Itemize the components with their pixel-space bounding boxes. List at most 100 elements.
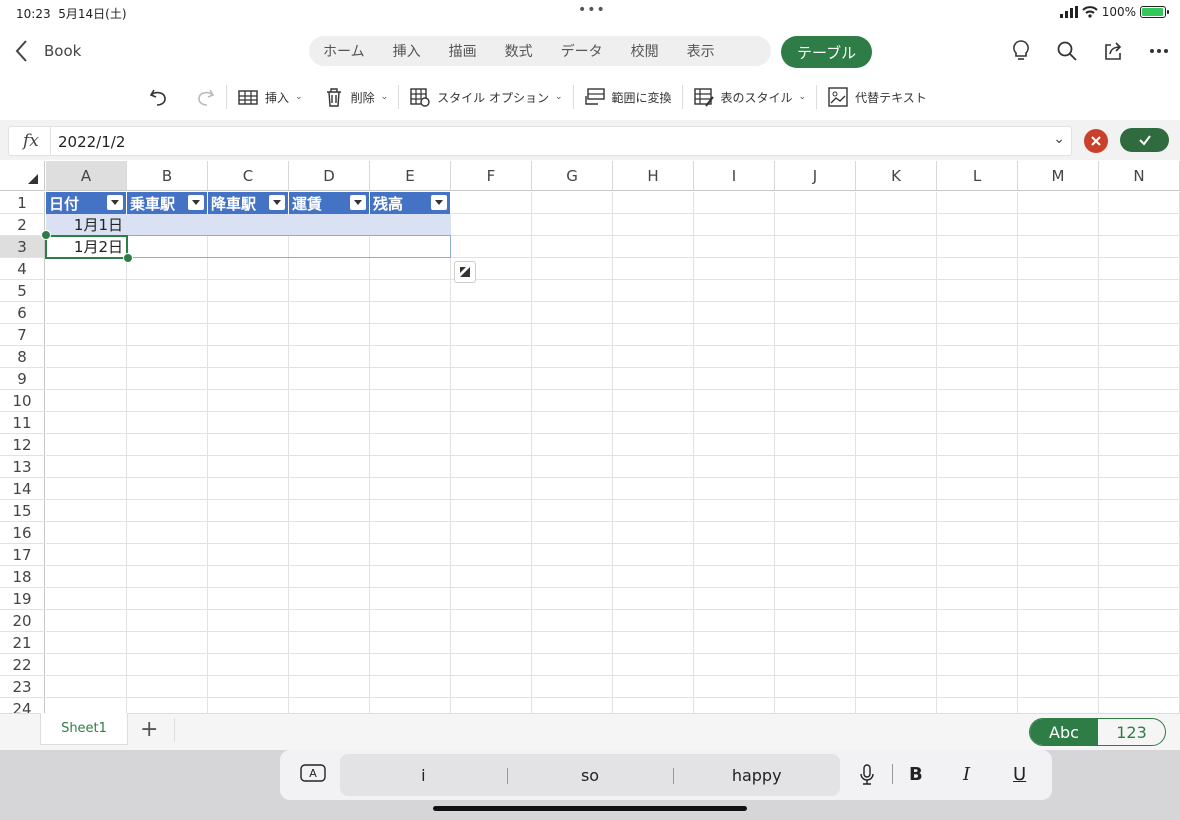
table-resize-handle-icon[interactable] <box>454 261 476 283</box>
cell-A6[interactable] <box>46 302 127 324</box>
table-header-cell[interactable]: 運賃 <box>289 192 370 214</box>
column-header-K[interactable]: K <box>856 161 937 191</box>
cell-K4[interactable] <box>856 258 937 280</box>
cell-H7[interactable] <box>613 324 694 346</box>
cell-A11[interactable] <box>46 412 127 434</box>
cell-B6[interactable] <box>127 302 208 324</box>
cell-L16[interactable] <box>937 522 1018 544</box>
cell-I6[interactable] <box>694 302 775 324</box>
cell-C6[interactable] <box>208 302 289 324</box>
cell-J5[interactable] <box>775 280 856 302</box>
cell-K23[interactable] <box>856 676 937 698</box>
cell-J2[interactable] <box>775 214 856 236</box>
cell-L17[interactable] <box>937 544 1018 566</box>
tab-1[interactable]: 挿入 <box>379 41 435 61</box>
cell-I2[interactable] <box>694 214 775 236</box>
cell-E7[interactable] <box>370 324 451 346</box>
filter-dropdown-icon[interactable] <box>431 195 447 210</box>
cell-N7[interactable] <box>1099 324 1180 346</box>
cell-M16[interactable] <box>1018 522 1099 544</box>
column-header-A[interactable]: A <box>46 161 127 191</box>
cell-A10[interactable] <box>46 390 127 412</box>
cell-N8[interactable] <box>1099 346 1180 368</box>
cell-I18[interactable] <box>694 566 775 588</box>
cell-F9[interactable] <box>451 368 532 390</box>
cell-H22[interactable] <box>613 654 694 676</box>
cell-L21[interactable] <box>937 632 1018 654</box>
cell-B16[interactable] <box>127 522 208 544</box>
spreadsheet-grid[interactable]: A B C D E F G H I J K L M N 1 2 3 4 5 6 7 8 9 10 11 12 13 14 15 16 17 1… <box>0 161 1180 713</box>
cell-L22[interactable] <box>937 654 1018 676</box>
cell-I23[interactable] <box>694 676 775 698</box>
cell-N5[interactable] <box>1099 280 1180 302</box>
cell-I3[interactable] <box>694 236 775 258</box>
cell-D16[interactable] <box>289 522 370 544</box>
cell-A7[interactable] <box>46 324 127 346</box>
italic-button[interactable]: I <box>963 764 970 785</box>
cell-E23[interactable] <box>370 676 451 698</box>
cell-K18[interactable] <box>856 566 937 588</box>
cell-N24[interactable] <box>1099 698 1180 713</box>
cell-N20[interactable] <box>1099 610 1180 632</box>
cell-A15[interactable] <box>46 500 127 522</box>
add-sheet-button[interactable]: + <box>140 717 158 742</box>
cell-N17[interactable] <box>1099 544 1180 566</box>
cell-N18[interactable] <box>1099 566 1180 588</box>
cell-K21[interactable] <box>856 632 937 654</box>
cell-D23[interactable] <box>289 676 370 698</box>
cell-K14[interactable] <box>856 478 937 500</box>
cell-H9[interactable] <box>613 368 694 390</box>
cell-L1[interactable] <box>937 192 1018 214</box>
cell-C17[interactable] <box>208 544 289 566</box>
select-all-corner[interactable] <box>0 161 45 191</box>
cell-F7[interactable] <box>451 324 532 346</box>
cell-A23[interactable] <box>46 676 127 698</box>
cell-J6[interactable] <box>775 302 856 324</box>
cell-C15[interactable] <box>208 500 289 522</box>
cell-C8[interactable] <box>208 346 289 368</box>
cell-G24[interactable] <box>532 698 613 713</box>
cell-L24[interactable] <box>937 698 1018 713</box>
row-header-3[interactable]: 3 <box>0 236 45 258</box>
cell-H17[interactable] <box>613 544 694 566</box>
suggestion-0[interactable]: i <box>340 766 507 785</box>
cell-J10[interactable] <box>775 390 856 412</box>
cell-F20[interactable] <box>451 610 532 632</box>
cell-B22[interactable] <box>127 654 208 676</box>
cell-M10[interactable] <box>1018 390 1099 412</box>
cell-D4[interactable] <box>289 258 370 280</box>
cell-C22[interactable] <box>208 654 289 676</box>
tab-4[interactable]: データ <box>547 41 617 61</box>
cell-B4[interactable] <box>127 258 208 280</box>
cancel-button[interactable] <box>1084 129 1108 153</box>
cell-A16[interactable] <box>46 522 127 544</box>
cell-G2[interactable] <box>532 214 613 236</box>
cell-G21[interactable] <box>532 632 613 654</box>
cell-H21[interactable] <box>613 632 694 654</box>
cell-B7[interactable] <box>127 324 208 346</box>
row-header-17[interactable]: 17 <box>0 544 45 566</box>
cell-A19[interactable] <box>46 588 127 610</box>
cell-H19[interactable] <box>613 588 694 610</box>
cell-J7[interactable] <box>775 324 856 346</box>
table-style-button[interactable]: 表のスタイル ⌄ <box>683 86 817 108</box>
cell-J9[interactable] <box>775 368 856 390</box>
cell-K11[interactable] <box>856 412 937 434</box>
cell-N15[interactable] <box>1099 500 1180 522</box>
cell-H8[interactable] <box>613 346 694 368</box>
formula-input[interactable]: fx 2022/1/2 ⌄ <box>8 126 1072 156</box>
cell-E18[interactable] <box>370 566 451 588</box>
cell-K6[interactable] <box>856 302 937 324</box>
row-header-22[interactable]: 22 <box>0 654 45 676</box>
more-icon[interactable] <box>1148 40 1170 62</box>
cell-H18[interactable] <box>613 566 694 588</box>
row-header-6[interactable]: 6 <box>0 302 45 324</box>
cell-B13[interactable] <box>127 456 208 478</box>
cell-B23[interactable] <box>127 676 208 698</box>
multitasking-dots-icon[interactable]: ••• <box>578 2 606 18</box>
cell-M4[interactable] <box>1018 258 1099 280</box>
cell-J16[interactable] <box>775 522 856 544</box>
cell-K9[interactable] <box>856 368 937 390</box>
cell-J15[interactable] <box>775 500 856 522</box>
tab-0[interactable]: ホーム <box>309 41 379 61</box>
